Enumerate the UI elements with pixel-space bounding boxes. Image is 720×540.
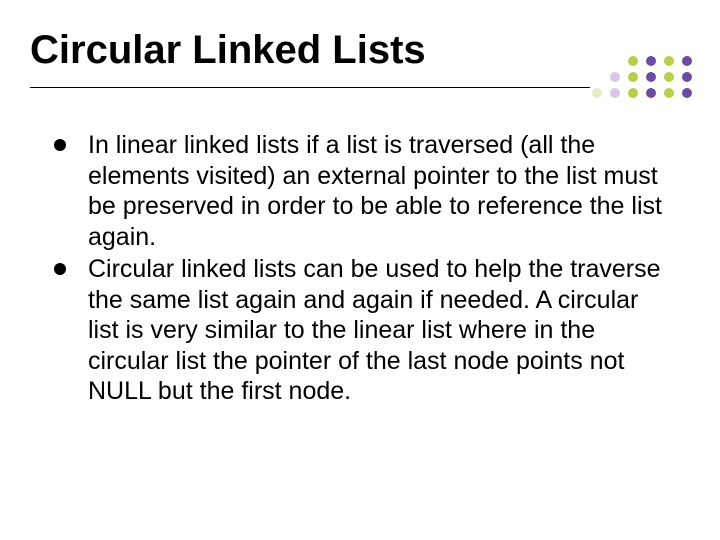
dot-icon	[592, 88, 602, 98]
dot-icon	[682, 88, 692, 98]
dot-icon	[646, 72, 656, 82]
bullet-icon	[54, 263, 66, 275]
dot-icon	[628, 88, 638, 98]
bullet-icon	[54, 139, 66, 151]
dot-icon	[682, 72, 692, 82]
bullet-item: Circular linked lists can be used to hel…	[50, 254, 670, 407]
dot-icon	[628, 72, 638, 82]
corner-dots-decoration	[572, 56, 692, 112]
content-area: In linear linked lists if a list is trav…	[50, 130, 670, 409]
dot-icon	[610, 72, 620, 82]
dot-icon	[664, 88, 674, 98]
dots-row-3	[572, 88, 692, 98]
dot-icon	[664, 72, 674, 82]
bullet-item: In linear linked lists if a list is trav…	[50, 130, 670, 252]
slide: Circular Linked Lists In lin	[0, 0, 720, 540]
dots-row-1	[572, 56, 692, 66]
dot-icon	[664, 56, 674, 66]
dots-row-2	[572, 72, 692, 82]
dot-icon	[646, 56, 656, 66]
dot-icon	[610, 88, 620, 98]
dot-icon	[628, 56, 638, 66]
dot-icon	[646, 88, 656, 98]
bullet-text: In linear linked lists if a list is trav…	[88, 130, 670, 252]
bullet-text: Circular linked lists can be used to hel…	[88, 254, 670, 407]
dot-icon	[682, 56, 692, 66]
title-underline	[30, 87, 590, 88]
